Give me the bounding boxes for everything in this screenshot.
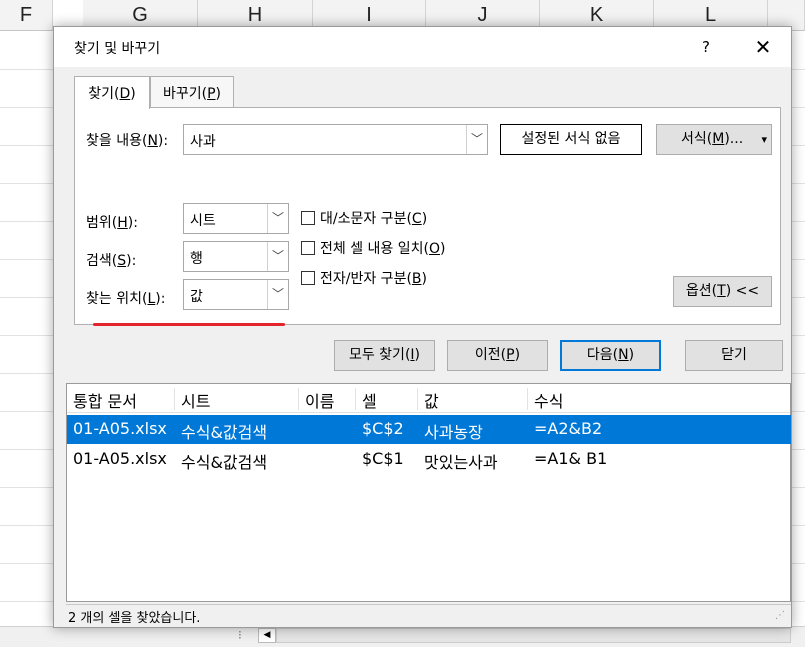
help-button[interactable]: ?	[694, 35, 718, 59]
column-header-f[interactable]: F	[0, 0, 53, 31]
checkbox-box[interactable]	[301, 211, 315, 225]
result-value: 사과농장	[424, 423, 483, 442]
header-sheet[interactable]: 시트	[175, 388, 299, 411]
chevron-down-icon[interactable]: ﹀	[267, 280, 288, 309]
header-workbook[interactable]: 통합 문서	[67, 388, 175, 411]
checkbox-box[interactable]	[301, 241, 315, 255]
chevron-down-icon[interactable]: ﹀	[267, 204, 288, 233]
find-previous-button[interactable]: 이전(P)	[447, 340, 548, 371]
close-button[interactable]: 닫기	[685, 340, 783, 371]
header-formula[interactable]: 수식	[528, 388, 790, 411]
close-icon[interactable]: ✕	[749, 33, 777, 61]
result-row[interactable]: 01-A05.xlsx 수식&값검색 $C$2 사과농장 =A2&B2	[67, 415, 791, 444]
find-next-button[interactable]: 다음(N)	[560, 340, 661, 371]
status-bar: 2 개의 셀을 찾았습니다. ⋰	[66, 604, 791, 626]
result-sheet: 수식&값검색	[181, 453, 268, 472]
result-cell: $C$1	[362, 449, 404, 468]
dropdown-arrow-icon[interactable]: ▾	[761, 125, 767, 154]
annotation-underline	[93, 323, 285, 326]
find-replace-dialog: 찾기 및 바꾸기 ? ✕ 찾기(D) 바꾸기(P) 찾을 내용(N): 사과 ﹀…	[53, 26, 792, 628]
header-cell[interactable]: 셀	[356, 388, 418, 411]
dialog-title: 찾기 및 바꾸기	[74, 41, 161, 57]
within-select[interactable]: 시트 ﹀	[183, 203, 289, 234]
header-value[interactable]: 값	[418, 388, 528, 411]
chevron-down-icon[interactable]: ﹀	[466, 125, 487, 154]
match-entire-cell-checkbox[interactable]: 전체 셀 내용 일치(O)	[301, 238, 445, 258]
find-tab-panel: 찾을 내용(N): 사과 ﹀ 설정된 서식 없음 서식(M)... ▾ 범위(H…	[74, 107, 781, 325]
match-case-checkbox[interactable]: 대/소문자 구분(C)	[301, 208, 427, 228]
results-list[interactable]: 통합 문서 시트 이름 셀 값 수식 01-A05.xlsx 수식&값검색 $C…	[66, 383, 791, 602]
find-all-button[interactable]: 모두 찾기(I)	[334, 340, 435, 371]
search-label: 검색(S):	[86, 253, 137, 269]
look-in-value: 값	[190, 289, 203, 305]
result-workbook: 01-A05.xlsx	[73, 449, 167, 468]
resize-grip-icon[interactable]: ⋰	[775, 610, 785, 621]
find-what-label: 찾을 내용(N):	[86, 133, 169, 149]
match-byte-checkbox[interactable]: 전자/반자 구분(B)	[301, 268, 427, 288]
chevron-down-icon[interactable]: ﹀	[267, 242, 288, 271]
header-name[interactable]: 이름	[299, 388, 356, 411]
tab-replace-accesskey: P	[207, 86, 216, 102]
status-text: 2 개의 셀을 찾았습니다.	[68, 611, 201, 626]
within-value: 시트	[190, 213, 216, 229]
result-formula: =A2&B2	[534, 419, 603, 438]
tab-find-accesskey: D	[119, 86, 131, 102]
result-sheet: 수식&값검색	[181, 423, 268, 442]
within-label: 범위(H):	[86, 215, 138, 231]
search-select[interactable]: 행 ﹀	[183, 241, 289, 272]
result-workbook: 01-A05.xlsx	[73, 419, 167, 438]
tab-replace-suffix: )	[215, 86, 222, 102]
scroll-left-button[interactable]: ◀	[258, 628, 276, 643]
results-header: 통합 문서 시트 이름 셀 값 수식	[67, 384, 790, 413]
tab-find-suffix: )	[130, 86, 136, 102]
options-button[interactable]: 옵션(T) <<	[673, 276, 772, 307]
format-button[interactable]: 서식(M)... ▾	[656, 124, 772, 155]
result-row[interactable]: 01-A05.xlsx 수식&값검색 $C$1 맛있는사과 =A1& B1	[67, 445, 791, 474]
result-value: 맛있는사과	[424, 453, 498, 472]
tab-find-label: 찾기(	[88, 86, 120, 102]
tab-find[interactable]: 찾기(D)	[74, 76, 150, 109]
format-preview: 설정된 서식 없음	[500, 124, 642, 155]
tab-replace-label: 바꾸기(	[162, 86, 208, 102]
horizontal-scrollbar[interactable]	[276, 628, 791, 643]
result-cell: $C$2	[362, 419, 404, 438]
look-in-select[interactable]: 값 ﹀	[183, 279, 289, 310]
tab-replace[interactable]: 바꾸기(P)	[150, 76, 234, 107]
dialog-titlebar[interactable]: 찾기 및 바꾸기 ? ✕	[54, 27, 791, 67]
checkbox-box[interactable]	[301, 271, 315, 285]
find-what-input[interactable]: 사과 ﹀	[183, 124, 488, 155]
search-value: 행	[190, 251, 203, 267]
result-formula: =A1& B1	[534, 449, 608, 468]
sheet-tab-splitter[interactable]: ⁝	[238, 628, 242, 642]
look-in-label: 찾는 위치(L):	[86, 291, 166, 307]
find-what-value: 사과	[190, 134, 216, 150]
